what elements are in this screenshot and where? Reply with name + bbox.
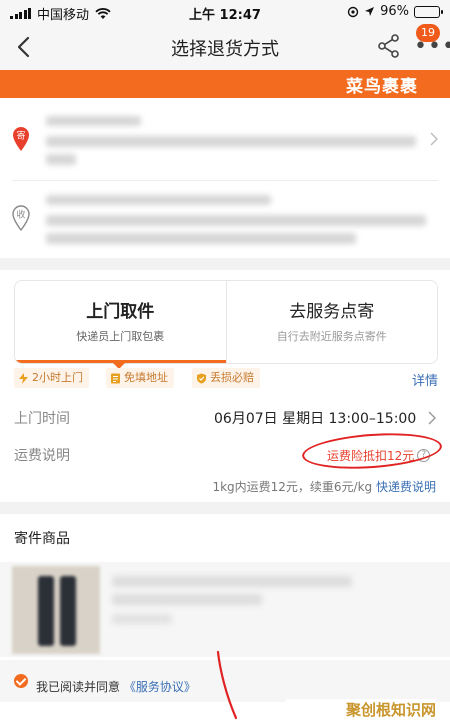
fee-explain-link[interactable]: 快递费说明 — [376, 480, 436, 494]
address-card: 寄 收 — [0, 98, 450, 258]
feature-tags: 2小时上门 免填地址 丢损必赔 详情 — [14, 368, 438, 390]
method-tabs: 上门取件 快递员上门取包裹 去服务点寄 自行去附近服务点寄件 — [14, 280, 438, 364]
tab-subtitle: 快递员上门取包裹 — [76, 330, 165, 343]
location-arrow-icon — [365, 7, 375, 16]
orientation-lock-icon — [347, 6, 359, 17]
receiver-address-line — [46, 215, 426, 226]
tab-title: 上门取件 — [86, 302, 155, 322]
message-badge: 19 — [416, 24, 440, 42]
checkbox-checked-icon[interactable] — [14, 674, 28, 688]
shield-icon — [197, 373, 206, 383]
receiver-name — [46, 195, 271, 205]
receiver-pin-icon: 收 — [12, 205, 30, 231]
sender-pin-icon: 寄 — [13, 127, 29, 151]
feature-label: 2小时上门 — [32, 371, 83, 384]
tab-title: 去服务点寄 — [289, 302, 375, 322]
chevron-right-icon — [430, 132, 438, 146]
share-icon[interactable] — [376, 33, 402, 59]
sender-address-line-2 — [46, 154, 76, 165]
sender-pin-label: 寄 — [16, 130, 25, 142]
brand-banner: 菜鸟裹裹 — [0, 70, 450, 98]
service-agreement-link[interactable]: 《服务协议》 — [124, 680, 196, 694]
feature-label: 免填地址 — [124, 371, 168, 384]
feature-tag: 丢损必赔 — [192, 368, 260, 388]
more-menu-icon[interactable]: ••• — [414, 36, 450, 58]
product-thumbnail — [12, 566, 100, 654]
feature-label: 丢损必赔 — [210, 371, 254, 384]
tab-subtitle: 自行去附近服务点寄件 — [276, 330, 387, 343]
product-title — [112, 576, 352, 587]
fee-label: 运费说明 — [14, 448, 70, 464]
lightning-icon — [19, 372, 28, 384]
sender-address-line — [46, 136, 416, 147]
watermark: 聚创根知识网 — [286, 699, 436, 719]
feature-tag: 2小时上门 — [14, 368, 89, 388]
details-link[interactable]: 详情 — [412, 370, 438, 389]
product-title-2 — [112, 594, 262, 605]
sender-address[interactable]: 寄 — [0, 98, 450, 180]
agreement-label: 我已阅读并同意 — [36, 680, 121, 694]
section-title: 寄件商品 — [14, 531, 70, 547]
pickup-time-label: 上门时间 — [14, 411, 70, 427]
fee-note: 1kg内运费12元，续重6元/kg 快递费说明 — [212, 478, 436, 495]
receiver-pin-label: 收 — [16, 209, 25, 221]
fee-note-text: 1kg内运费12元，续重6元/kg — [212, 480, 373, 494]
battery-icon — [414, 5, 443, 18]
red-annotation-line — [216, 650, 238, 720]
highlight-ellipse — [300, 429, 444, 473]
battery-percent: 96% — [380, 4, 409, 19]
goods-item — [0, 562, 450, 657]
receiver-address: 收 — [0, 181, 450, 258]
agreement-text: 我已阅读并同意 《服务协议》 — [36, 678, 196, 695]
tab-door-pickup[interactable]: 上门取件 快递员上门取包裹 — [15, 281, 226, 363]
tab-service-point[interactable]: 去服务点寄 自行去附近服务点寄件 — [225, 281, 437, 363]
nav-bar: 选择退货方式 ••• 19 — [0, 24, 450, 70]
feature-tag: 免填地址 — [106, 368, 174, 388]
product-spec — [112, 614, 172, 624]
document-icon — [111, 373, 120, 383]
return-method-card: 上门取件 快递员上门取包裹 去服务点寄 自行去附近服务点寄件 2小时上门 免填地… — [0, 270, 450, 502]
pickup-time-value[interactable]: 06月07日 星期日 13:00–15:00 — [214, 408, 416, 428]
receiver-address-line-2 — [46, 233, 356, 244]
sender-name — [46, 116, 141, 126]
chevron-right-icon[interactable] — [428, 411, 436, 425]
brand-logo: 菜鸟裹裹 — [346, 77, 418, 97]
status-bar: 中国移动 上午 12:47 96% — [0, 0, 450, 24]
